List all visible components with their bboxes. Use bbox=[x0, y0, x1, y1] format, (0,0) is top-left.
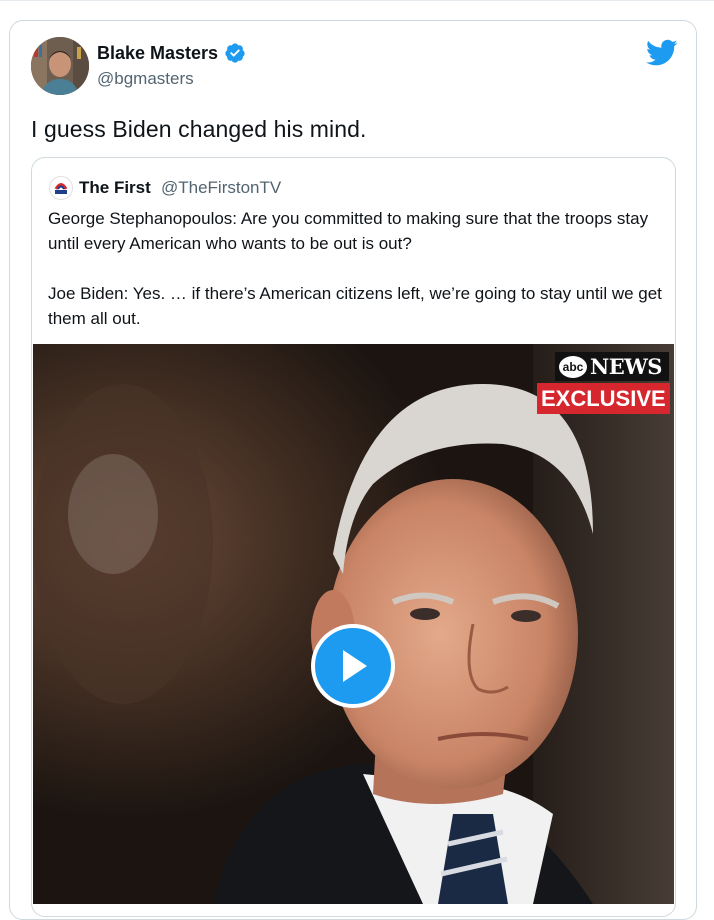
quoted-author-handle[interactable]: @TheFirstonTV bbox=[161, 178, 281, 198]
tweet-card[interactable]: Blake Masters @bgmasters I guess Biden c… bbox=[9, 20, 697, 920]
verified-badge-icon bbox=[225, 43, 245, 63]
quoted-author-avatar[interactable] bbox=[49, 176, 73, 200]
quoted-paragraph: Joe Biden: Yes. … if there’s American ci… bbox=[48, 284, 662, 328]
news-label: NEWS bbox=[590, 354, 662, 379]
author-avatar[interactable] bbox=[31, 37, 89, 95]
quoted-paragraph: George Stephanopoulos: Are you committed… bbox=[48, 209, 649, 253]
quoted-author-name[interactable]: The First bbox=[79, 178, 151, 198]
tweet-text: I guess Biden changed his mind. bbox=[31, 116, 367, 142]
play-icon bbox=[343, 650, 367, 682]
author-name[interactable]: Blake Masters bbox=[97, 43, 218, 64]
exclusive-badge: EXCLUSIVE bbox=[537, 383, 670, 414]
quoted-tweet[interactable]: The First @TheFirstonTV George Stephanop… bbox=[31, 157, 676, 917]
quoted-tweet-text: George Stephanopoulos: Are you committed… bbox=[48, 206, 668, 356]
abc-news-badge: abc NEWS bbox=[555, 352, 669, 381]
top-divider bbox=[0, 0, 714, 5]
twitter-bird-icon[interactable] bbox=[646, 39, 678, 67]
video-player[interactable]: abc NEWS EXCLUSIVE bbox=[33, 344, 674, 904]
play-button[interactable] bbox=[311, 624, 395, 708]
abc-logo: abc bbox=[559, 355, 587, 378]
author-handle[interactable]: @bgmasters bbox=[97, 69, 194, 89]
